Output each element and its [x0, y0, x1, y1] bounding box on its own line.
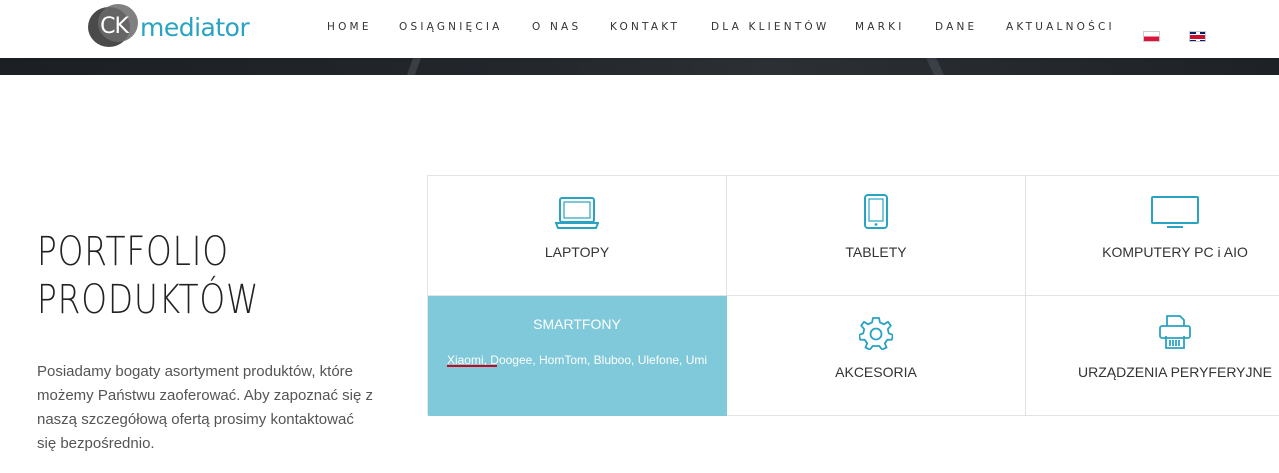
monitor-icon	[1151, 196, 1199, 228]
page-title-line2: PRODUKTÓW	[37, 277, 260, 323]
category-label: SMARTFONY	[533, 316, 621, 332]
category-urzadzenia[interactable]: URZĄDZENIA PERYFERYJNE	[1026, 296, 1279, 416]
category-label: LAPTOPY	[544, 244, 610, 260]
logo-text: mediator	[140, 12, 250, 42]
nav-marki[interactable]: MARKI	[855, 21, 905, 33]
page-title: PORTFOLIO PRODUKTÓW	[37, 228, 259, 324]
portfolio-description: Posiadamy bogaty asortyment produktów, k…	[37, 363, 373, 452]
nav-home[interactable]: HOME	[327, 21, 372, 33]
category-akcesoria[interactable]: AKCESORIA	[727, 296, 1026, 416]
nav-osiagniecia[interactable]: OSIĄGNIĘCIA	[399, 21, 503, 33]
nav-kontakt[interactable]: KONTAKT	[610, 21, 680, 33]
tablet-icon	[864, 194, 888, 229]
nav-dane[interactable]: DANE	[935, 21, 977, 33]
logo[interactable]: CK mediator	[88, 4, 250, 50]
logo-badge: CK	[88, 4, 138, 50]
category-laptopy[interactable]: LAPTOPY	[428, 176, 727, 296]
site-header: CK mediator HOME OSIĄGNIĘCIA O NAS KONTA…	[0, 0, 1279, 58]
category-komputery[interactable]: KOMPUTERY PC i AIO	[1026, 176, 1279, 296]
category-label: URZĄDZENIA PERYFERYJNE	[1078, 364, 1272, 380]
brand-underline	[447, 365, 497, 367]
category-tablety[interactable]: TABLETY	[727, 176, 1026, 296]
nav-o-nas[interactable]: O NAS	[532, 21, 581, 33]
laptop-icon	[555, 197, 599, 229]
gb-flag-icon[interactable]	[1189, 31, 1206, 42]
nav-aktualnosci[interactable]: AKTUALNOŚCI	[1006, 21, 1115, 33]
hero-banner-strip	[0, 58, 1279, 75]
gear-icon	[859, 317, 893, 350]
printer-icon	[1159, 315, 1191, 349]
category-label: TABLETY	[845, 244, 907, 260]
category-label: AKCESORIA	[835, 364, 917, 380]
logo-badge-text: CK	[100, 14, 129, 39]
category-grid: LAPTOPY TABLETY KOMPUTERY PC i AIO SMART…	[427, 175, 1279, 416]
category-smartfony[interactable]: SMARTFONY Xiaomi, Doogee, HomTom, Bluboo…	[428, 296, 727, 416]
category-label: KOMPUTERY PC i AIO	[1102, 244, 1248, 260]
brand-list: Xiaomi, Doogee, HomTom, Bluboo, Ulefone,…	[446, 353, 708, 367]
pl-flag-icon[interactable]	[1143, 31, 1160, 42]
page-title-line1: PORTFOLIO	[37, 229, 229, 275]
nav-dla-klientow[interactable]: DLA KLIENTÓW	[711, 21, 829, 33]
